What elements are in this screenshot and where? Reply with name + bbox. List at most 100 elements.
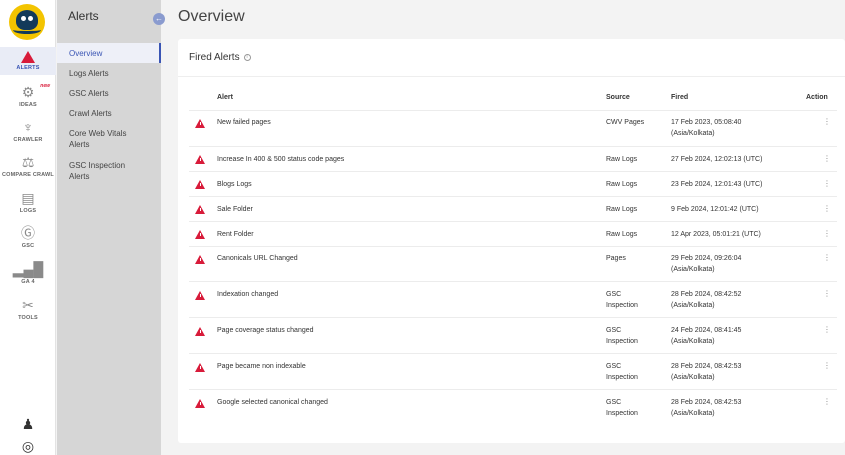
alert-triangle-icon (195, 230, 205, 239)
alert-source-detail: Inspection (606, 374, 638, 381)
alert-name[interactable]: Indexation changed (217, 289, 278, 300)
alert-name[interactable]: Page became non indexable (217, 361, 306, 372)
rail-item-compare-crawl[interactable]: ⚖ COMPARE CRAWL (0, 154, 56, 178)
divider (178, 76, 845, 77)
alert-fired-timezone: (Asia/Kolkata) (671, 302, 715, 309)
document-icon: ▤ (21, 190, 35, 206)
alert-name[interactable]: Blogs Logs (217, 179, 252, 190)
rail-item-logs[interactable]: ▤ LOGS (0, 190, 56, 214)
alert-fired: 28 Feb 2024, 08:42:52 (671, 291, 742, 298)
table-row: Blogs Logs Raw Logs 23 Feb 2024, 12:01:4… (189, 171, 837, 196)
user-icon: ♟ (21, 416, 35, 432)
alert-source: CWV Pages (606, 119, 645, 126)
tools-icon: ✂ (22, 297, 34, 313)
alert-fired: 12 Apr 2023, 05:01:21 (UTC) (671, 231, 761, 238)
subnav-title: Alerts (68, 9, 99, 23)
table-row: Page coverage status changed GSC Inspect… (189, 317, 837, 353)
alert-name[interactable]: Rent Folder (217, 229, 254, 240)
row-action-menu[interactable]: ⋮ (823, 325, 831, 334)
headset-icon: ◎ (21, 438, 35, 454)
alert-triangle-icon (195, 205, 205, 214)
alert-name[interactable]: Page coverage status changed (217, 325, 314, 336)
alert-source: Raw Logs (606, 231, 638, 238)
alert-triangle-icon (195, 327, 205, 336)
table-row: Page became non indexable GSC Inspection… (189, 353, 837, 389)
rail-item-gsc[interactable]: Ⓖ GSC (0, 225, 56, 249)
row-action-menu[interactable]: ⋮ (823, 361, 831, 370)
subnav-item-crawl-alerts[interactable]: Crawl Alerts (57, 108, 161, 119)
alert-fired-timezone: (Asia/Kolkata) (671, 266, 715, 273)
alert-fired-timezone: (Asia/Kolkata) (671, 130, 715, 137)
alert-fired-timezone: (Asia/Kolkata) (671, 338, 715, 345)
subnav-item-gsc-inspection-alerts[interactable]: GSC Inspection Alerts (57, 160, 137, 182)
table-row: Rent Folder Raw Logs 12 Apr 2023, 05:01:… (189, 221, 837, 246)
alert-triangle-icon (195, 119, 205, 128)
rail-item-ideas[interactable]: new ⚙ IDEAS (0, 83, 56, 108)
alert-fired: 23 Feb 2024, 12:01:43 (UTC) (671, 181, 763, 188)
alert-name[interactable]: Google selected canonical changed (217, 397, 328, 408)
rail-item-alerts[interactable]: ALERTS (0, 47, 56, 75)
info-icon[interactable]: i (243, 53, 251, 61)
table-row: Increase In 400 & 500 status code pages … (189, 146, 837, 171)
row-action-menu[interactable]: ⋮ (823, 179, 831, 188)
alert-source-detail: Inspection (606, 338, 638, 345)
row-action-menu[interactable]: ⋮ (823, 229, 831, 238)
row-action-menu[interactable]: ⋮ (823, 289, 831, 298)
alert-source: Raw Logs (606, 181, 638, 188)
alert-source: GSC (606, 291, 622, 298)
scale-icon: ⚖ (21, 154, 35, 170)
alert-source: Raw Logs (606, 206, 638, 213)
fired-alerts-card: Fired Alerts i Alert Source Fired Action … (178, 39, 845, 443)
subnav-item-gsc-alerts[interactable]: GSC Alerts (57, 88, 161, 99)
card-title: Fired Alerts i (189, 52, 251, 63)
alert-fired: 28 Feb 2024, 08:42:53 (671, 399, 742, 406)
alert-source: GSC (606, 363, 622, 370)
user-menu[interactable]: ♟ (0, 416, 56, 432)
new-badge: new (40, 83, 50, 89)
table-row: Canonicals URL Changed Pages 29 Feb 2024… (189, 246, 837, 281)
row-action-menu[interactable]: ⋮ (823, 397, 831, 406)
alert-source-detail: Inspection (606, 302, 638, 309)
col-header-action: Action (806, 94, 828, 101)
alert-triangle-icon (195, 399, 205, 408)
table-row: New failed pages CWV Pages 17 Feb 2023, … (189, 110, 837, 146)
octopus-icon: ♆ (22, 119, 34, 135)
row-action-menu[interactable]: ⋮ (823, 154, 831, 163)
alert-fired-timezone: (Asia/Kolkata) (671, 410, 715, 417)
octopus-logo[interactable] (9, 4, 45, 40)
rail-item-crawler[interactable]: ♆ CRAWLER (0, 119, 56, 143)
row-action-menu[interactable]: ⋮ (823, 253, 831, 262)
alert-name[interactable]: Sale Folder (217, 204, 253, 215)
table-row: Sale Folder Raw Logs 9 Feb 2024, 12:01:4… (189, 196, 837, 221)
alert-fired: 28 Feb 2024, 08:42:53 (671, 363, 742, 370)
col-header-fired: Fired (671, 94, 689, 101)
subnav-item-overview[interactable]: Overview (57, 43, 161, 63)
col-header-source: Source (606, 94, 630, 101)
table-row: Indexation changed GSC Inspection 28 Feb… (189, 281, 837, 317)
alert-source-detail: Inspection (606, 410, 638, 417)
row-action-menu[interactable]: ⋮ (823, 117, 831, 126)
table-row: Google selected canonical changed GSC In… (189, 389, 837, 425)
bar-chart-icon: ▂▄█ (12, 261, 44, 277)
alert-fired-timezone: (Asia/Kolkata) (671, 374, 715, 381)
arrow-left-icon: ← (155, 14, 163, 23)
alert-triangle-icon (195, 155, 205, 164)
subnav-item-logs-alerts[interactable]: Logs Alerts (57, 68, 161, 79)
rail-item-ga4[interactable]: ▂▄█ GA 4 (0, 261, 56, 285)
subnav-item-core-web-vitals-alerts[interactable]: Core Web Vitals Alerts (57, 128, 147, 150)
alert-name[interactable]: Increase In 400 & 500 status code pages (217, 154, 344, 165)
collapse-sidebar-button[interactable]: ← (153, 13, 165, 25)
alert-source: GSC (606, 327, 622, 334)
alert-name[interactable]: New failed pages (217, 117, 271, 128)
rail-item-tools[interactable]: ✂ TOOLS (0, 297, 56, 321)
col-header-alert: Alert (217, 94, 233, 101)
alert-fired: 17 Feb 2023, 05:08:40 (671, 119, 742, 126)
alert-source: GSC (606, 399, 622, 406)
alert-triangle-icon (195, 180, 205, 189)
alert-triangle-icon (21, 51, 35, 63)
alert-name[interactable]: Canonicals URL Changed (217, 253, 298, 264)
alert-triangle-icon (195, 363, 205, 372)
support-button[interactable]: ◎ (0, 438, 56, 454)
icon-rail: ALERTS new ⚙ IDEAS ♆ CRAWLER ⚖ COMPARE C… (0, 0, 56, 455)
row-action-menu[interactable]: ⋮ (823, 204, 831, 213)
